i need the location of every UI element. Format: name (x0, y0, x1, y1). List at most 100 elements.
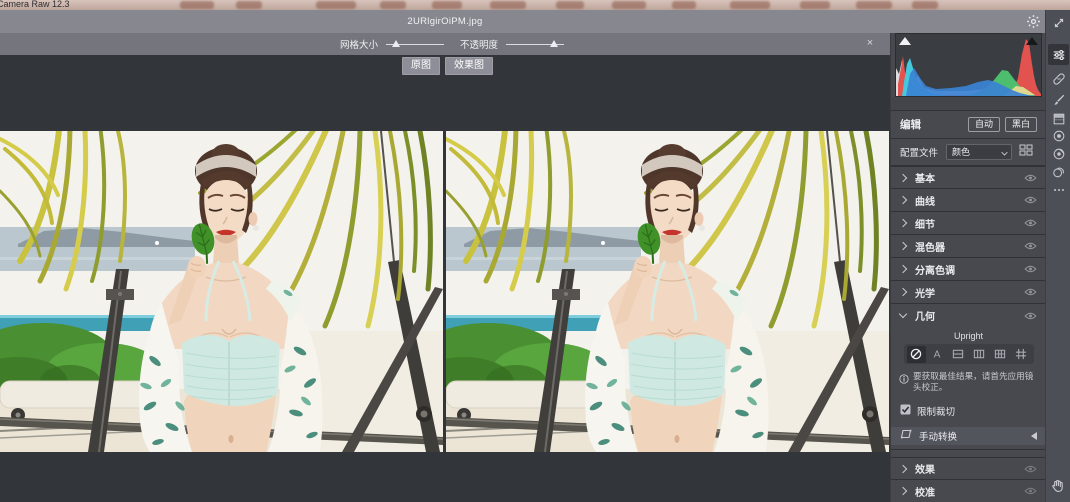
profile-select[interactable]: 颜色 (946, 144, 1012, 160)
section-curve[interactable]: 曲线 (891, 189, 1046, 212)
upright-off-button[interactable] (907, 346, 926, 363)
upright-auto-button[interactable]: A (928, 346, 947, 363)
constrain-crop-label: 限制裁切 (917, 404, 955, 418)
after-photo-pane[interactable] (446, 131, 889, 452)
edit-header-row: 编辑 自动 黑白 (891, 111, 1046, 139)
titlebar-artifact (316, 1, 356, 9)
grid-size-slider[interactable] (386, 39, 444, 49)
expand-view-icon[interactable] (1050, 14, 1067, 31)
section-effects[interactable]: 效果 (891, 457, 1046, 480)
chevron-down-icon (899, 310, 907, 318)
adjustment-brush-icon[interactable] (1050, 91, 1067, 108)
profile-label: 配置文件 (900, 145, 938, 159)
section-detail[interactable]: 细节 (891, 212, 1046, 235)
visibility-eye-icon[interactable] (1024, 169, 1037, 187)
titlebar-artifact (800, 1, 830, 9)
presets-icon[interactable] (1050, 163, 1067, 180)
filename-label: 2URlgirOiPM.jpg (0, 10, 890, 33)
edit-title: 编辑 (900, 117, 921, 132)
chevron-right-icon (899, 173, 907, 181)
radial-filter-icon[interactable] (1050, 127, 1067, 144)
histogram-info-strip (891, 97, 1046, 111)
panel-sections-bottom: 效果 校准 (891, 457, 1046, 502)
titlebar-artifact (180, 1, 214, 9)
red-eye-icon[interactable] (1050, 145, 1067, 162)
section-geometry[interactable]: 几何 (891, 304, 1046, 327)
svg-text:A: A (934, 350, 941, 360)
manual-transform-row[interactable]: 手动转换 (891, 427, 1046, 445)
edit-tool-icon[interactable] (1048, 44, 1069, 65)
visibility-eye-icon[interactable] (1024, 214, 1037, 232)
preview-canvas: 原图 效果图 (0, 55, 890, 502)
more-options-icon[interactable] (1050, 181, 1067, 198)
chevron-right-icon (899, 196, 907, 204)
histogram[interactable] (895, 33, 1042, 97)
opacity-label: 不透明度 (460, 37, 498, 51)
titlebar-artifact (612, 1, 646, 9)
visibility-eye-icon[interactable] (1024, 307, 1037, 325)
visibility-eye-icon[interactable] (1024, 283, 1037, 301)
bw-button[interactable]: 黑白 (1005, 117, 1037, 132)
visibility-eye-icon[interactable] (1024, 482, 1037, 500)
window-title: Camera Raw 12.3 (0, 0, 70, 9)
visibility-eye-icon[interactable] (1024, 237, 1037, 255)
hand-tool-icon[interactable] (1050, 478, 1067, 495)
edit-panel: 编辑 自动 黑白 配置文件 颜色 基本 (890, 33, 1045, 502)
geometry-info-text: 要获取最佳结果，请首先应用镜头校正。 (913, 371, 1038, 393)
titlebar-artifact (856, 1, 892, 9)
original-view-button[interactable]: 原图 (402, 57, 440, 75)
opacity-slider[interactable] (506, 39, 564, 49)
manual-transform-label: 手动转换 (919, 429, 1031, 443)
auto-button[interactable]: 自动 (968, 117, 1000, 132)
section-optics[interactable]: 光学 (891, 281, 1046, 304)
section-split-toning[interactable]: 分离色调 (891, 258, 1046, 281)
healing-brush-icon[interactable] (1050, 70, 1067, 87)
upright-guided-button[interactable] (1012, 346, 1031, 363)
close-overlay-icon[interactable]: × (862, 35, 878, 51)
titlebar-artifact (432, 1, 462, 9)
slider-thumb[interactable] (392, 40, 400, 47)
visibility-eye-icon[interactable] (1024, 191, 1037, 209)
chevron-right-icon (899, 242, 907, 250)
profile-value: 颜色 (952, 147, 970, 157)
upright-level-button[interactable] (949, 346, 968, 363)
profile-row: 配置文件 颜色 (891, 139, 1046, 166)
constrain-crop-row[interactable]: 限制裁切 (891, 397, 1046, 424)
titlebar-artifact (236, 1, 262, 9)
checkbox-checked-icon[interactable] (900, 402, 911, 420)
upright-vertical-button[interactable] (970, 346, 989, 363)
chevron-right-icon (899, 219, 907, 227)
titlebar-artifact (912, 1, 938, 9)
section-calibration[interactable]: 校准 (891, 480, 1046, 502)
upright-full-button[interactable] (991, 346, 1010, 363)
transform-grid-icon (900, 427, 912, 445)
upright-mode-bar: A (904, 344, 1034, 364)
effect-view-button[interactable]: 效果图 (445, 57, 493, 75)
tool-strip (1045, 10, 1070, 502)
slider-thumb[interactable] (550, 40, 558, 47)
graduated-filter-icon[interactable] (1050, 110, 1067, 127)
collapse-left-icon[interactable] (1031, 432, 1037, 440)
profile-browser-icon[interactable] (1019, 143, 1033, 161)
titlebar-artifact (380, 1, 406, 9)
view-toggle: 原图 效果图 (402, 57, 493, 75)
before-photo (0, 131, 443, 452)
highlight-clipping-indicator[interactable] (1026, 37, 1038, 45)
grid-overlay-bar: 网格大小 不透明度 × (0, 33, 890, 55)
titlebar-artifact (730, 1, 770, 9)
chevron-right-icon (899, 464, 907, 472)
visibility-eye-icon[interactable] (1024, 460, 1037, 478)
visibility-eye-icon[interactable] (1024, 260, 1037, 278)
window-titlebar: Camera Raw 12.3 (0, 0, 1070, 10)
settings-gear-icon[interactable] (1026, 14, 1041, 29)
shadow-clipping-indicator[interactable] (899, 37, 911, 45)
section-color-mixer[interactable]: 混色器 (891, 235, 1046, 258)
chevron-right-icon (899, 265, 907, 273)
upright-label: Upright (891, 327, 1046, 344)
section-basic[interactable]: 基本 (891, 166, 1046, 189)
camera-raw-window: Camera Raw 12.3 2URlgirOiPM.jpg 网格大小 不透明… (0, 0, 1070, 502)
chevron-right-icon (899, 288, 907, 296)
chevron-right-icon (899, 487, 907, 495)
grid-size-label: 网格大小 (340, 37, 378, 51)
before-photo-pane[interactable] (0, 131, 443, 452)
